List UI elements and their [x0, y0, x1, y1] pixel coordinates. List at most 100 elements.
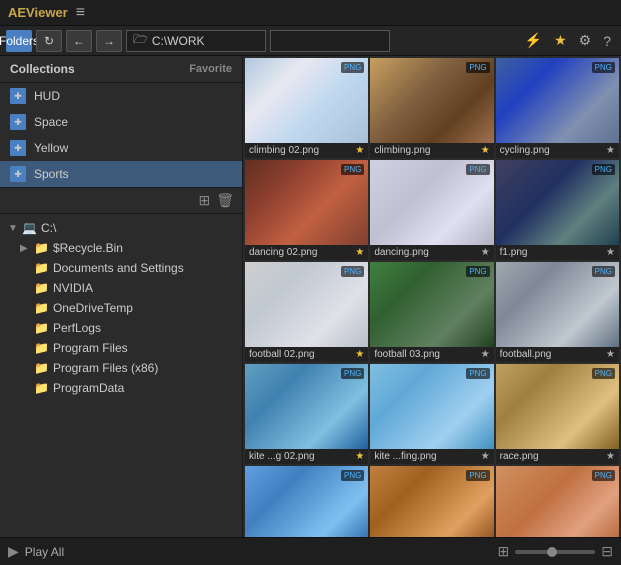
sidebar-item-sports[interactable]: ✚ Sports: [0, 161, 242, 187]
thumb-star-cycling[interactable]: ★: [606, 145, 615, 156]
thumb-name-football03: football 03.png: [374, 349, 440, 360]
hud-label: HUD: [34, 89, 60, 103]
toolbar: Folders ↻ ← → 🗁 C:\WORK ⚡ ★ ⚙ ?: [0, 26, 621, 56]
thumb-badge-dancing02: PNG: [341, 164, 364, 175]
folder-icon: 📁: [34, 261, 49, 275]
sidebar: Collections Favorite ✚ HUD ✚ Space ✚ Yel…: [0, 56, 243, 537]
folder-icon: 🗁: [133, 30, 148, 51]
sports-label: Sports: [34, 167, 69, 181]
thumbnail-f1[interactable]: PNGf1.png★: [496, 160, 619, 260]
sidebar-divider: ⊞ 🗑: [0, 187, 242, 214]
grid-select-icon[interactable]: ⊞: [198, 192, 210, 209]
thumb-star-kitefing[interactable]: ★: [481, 451, 490, 462]
thumb-badge-run02: PNG: [341, 470, 364, 481]
thumbnail-cycling[interactable]: PNG cycling.png ★: [496, 58, 619, 158]
thumbnail-football02[interactable]: PNGfootball 02.png★: [245, 262, 368, 362]
forward-button[interactable]: →: [96, 30, 122, 52]
thumb-star-football02[interactable]: ★: [355, 349, 364, 360]
lightning-button[interactable]: ⚡: [521, 30, 546, 51]
collections-label: Collections: [10, 62, 75, 76]
grid-small-icon[interactable]: ⊞: [498, 543, 510, 560]
thumb-star-race[interactable]: ★: [606, 451, 615, 462]
thumb-star-kite02[interactable]: ★: [355, 451, 364, 462]
thumbnail-dancing[interactable]: PNGdancing.png★: [370, 160, 493, 260]
thumb-badge-run: PNG: [592, 470, 615, 481]
yellow-label: Yellow: [34, 141, 68, 155]
thumbnail-run02[interactable]: PNGrun 02.png★: [245, 466, 368, 537]
tree-item-programfiles[interactable]: 📁 Program Files: [0, 338, 242, 358]
thumbnail-football[interactable]: PNGfootball.png★: [496, 262, 619, 362]
thumbnail-climbing[interactable]: PNGclimbing.png★: [370, 58, 493, 158]
tree-item-documents[interactable]: 📁 Documents and Settings: [0, 258, 242, 278]
folder-icon: 📁: [34, 241, 49, 255]
hud-icon: ✚: [10, 88, 26, 104]
tree-item-perflogs[interactable]: 📁 PerfLogs: [0, 318, 242, 338]
file-tree: ▼ 💻 C:\ ▶ 📁 $Recycle.Bin 📁 Documents and…: [0, 214, 242, 537]
item-label: Documents and Settings: [53, 261, 184, 275]
sidebar-item-hud[interactable]: ✚ HUD: [0, 83, 242, 109]
thumb-name-dancing: dancing.png: [374, 247, 429, 258]
tree-item-recycle[interactable]: ▶ 📁 $Recycle.Bin: [0, 238, 242, 258]
thumb-star-climbing[interactable]: ★: [481, 145, 490, 156]
thumb-star-dancing02[interactable]: ★: [355, 247, 364, 258]
tree-item-nvidia[interactable]: 📁 NVIDIA: [0, 278, 242, 298]
sidebar-item-space[interactable]: ✚ Space: [0, 109, 242, 135]
thumb-name-cycling: cycling.png: [500, 145, 550, 156]
thumbnail-run[interactable]: PNGrun.png★: [496, 466, 619, 537]
thumbnail-race[interactable]: PNGrace.png★: [496, 364, 619, 464]
yellow-icon: ✚: [10, 140, 26, 156]
thumb-name-football: football.png: [500, 349, 552, 360]
thumb-badge-kitefing: PNG: [466, 368, 489, 379]
item-label: ProgramData: [53, 381, 124, 395]
star-button[interactable]: ★: [550, 30, 571, 51]
thumb-name-kitefing: kite ...fing.png: [374, 451, 436, 462]
thumb-badge-kite02: PNG: [341, 368, 364, 379]
search-input[interactable]: [270, 30, 390, 52]
trash-icon[interactable]: 🗑: [216, 192, 234, 209]
help-button[interactable]: ?: [599, 31, 615, 51]
thumb-star-dancing[interactable]: ★: [481, 247, 490, 258]
expand-icon: ▶: [8, 543, 19, 560]
back-button[interactable]: ←: [66, 30, 92, 52]
arrow-icon: ▼: [8, 223, 18, 234]
thumb-star-climbing02[interactable]: ★: [355, 145, 364, 156]
thumbnail-kite02[interactable]: PNGkite ...g 02.png★: [245, 364, 368, 464]
tree-item-onedrive[interactable]: 📁 OneDriveTemp: [0, 298, 242, 318]
thumb-badge-climbing: PNG: [466, 62, 489, 73]
thumb-badge-cycling: PNG: [592, 62, 615, 73]
thumb-star-football03[interactable]: ★: [481, 349, 490, 360]
folders-button[interactable]: Folders: [6, 30, 32, 52]
thumb-star-football[interactable]: ★: [606, 349, 615, 360]
space-icon: ✚: [10, 114, 26, 130]
bottom-bar: ▶ Play All ⊞ ⊟: [0, 537, 621, 565]
menu-icon[interactable]: ≡: [76, 4, 85, 22]
gear-button[interactable]: ⚙: [575, 30, 596, 51]
main-area: Collections Favorite ✚ HUD ✚ Space ✚ Yel…: [0, 56, 621, 537]
refresh-button[interactable]: ↻: [36, 30, 62, 52]
thumb-star-f1[interactable]: ★: [606, 247, 615, 258]
root-label: C:\: [41, 221, 56, 235]
tree-item-programfiles86[interactable]: 📁 Program Files (x86): [0, 358, 242, 378]
folder-icon: 📁: [34, 301, 49, 315]
folder-icon: 📁: [34, 341, 49, 355]
space-label: Space: [34, 115, 68, 129]
thumbnail-kitefing[interactable]: PNG kite ...fing.png ★: [370, 364, 493, 464]
folder-icon: 📁: [34, 281, 49, 295]
thumbnail-football03[interactable]: PNGfootball 03.png★: [370, 262, 493, 362]
drive-icon: 💻: [22, 221, 37, 235]
content-area: PNGclimbing 02.png★PNGclimbing.png★PNGcy…: [243, 56, 621, 537]
grid-large-icon[interactable]: ⊟: [601, 543, 613, 560]
thumbnail-climbing02[interactable]: PNGclimbing 02.png★: [245, 58, 368, 158]
item-label: NVIDIA: [53, 281, 93, 295]
tree-item-programdata[interactable]: 📁 ProgramData: [0, 378, 242, 398]
thumb-name-dancing02: dancing 02.png: [249, 247, 317, 258]
thumbnail-run03[interactable]: PNGrun 03.png★: [370, 466, 493, 537]
tree-root[interactable]: ▼ 💻 C:\: [0, 218, 242, 238]
sidebar-item-yellow[interactable]: ✚ Yellow: [0, 135, 242, 161]
play-all-label[interactable]: Play All: [25, 545, 492, 559]
item-label: Program Files (x86): [53, 361, 158, 375]
item-label: Program Files: [53, 341, 128, 355]
collections-list: ✚ HUD ✚ Space ✚ Yellow ✚ Sports: [0, 83, 242, 187]
thumbnail-dancing02[interactable]: PNG dancing 02.png ★: [245, 160, 368, 260]
size-slider[interactable]: [515, 550, 595, 554]
